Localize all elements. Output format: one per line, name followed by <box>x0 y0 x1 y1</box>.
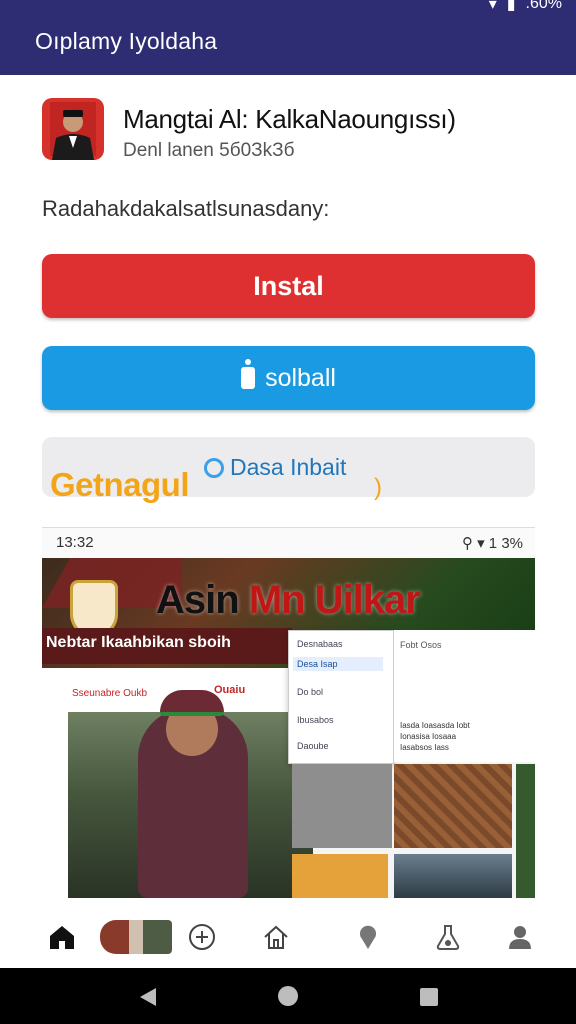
secondary-button[interactable]: solball <box>42 346 535 410</box>
preview-tile-photo <box>394 854 512 898</box>
add-icon[interactable] <box>182 917 222 957</box>
preview-tile-roof <box>394 764 512 848</box>
hero-title-part-a: Asin <box>156 578 240 622</box>
bottom-tab-bar <box>0 905 576 967</box>
preview-dropdown-menu: Desnabaas Desa Isap Do bol Ibusabos Daou… <box>288 630 394 764</box>
app-bar: ▾ ▮ .60% Oıplamy Iyoldaha <box>0 0 576 75</box>
person-hat <box>160 690 224 716</box>
hero-title-part-b: Mn Uilkar <box>248 578 421 622</box>
page-title: Oıplamy Iyoldaha <box>35 28 218 54</box>
home-circle-icon[interactable] <box>278 986 298 1006</box>
preview-tile-green <box>516 764 535 898</box>
app-subtitle: Denl lanen 5б0ЗkЗб <box>123 140 295 161</box>
person-icon[interactable] <box>500 917 540 957</box>
preview-hero-title: Asin Mn Uilkar <box>156 578 421 623</box>
pin-icon[interactable] <box>348 917 388 957</box>
signal-icon: ▮ <box>506 0 516 13</box>
promo-link-label: Dasa Inbait <box>230 454 347 480</box>
profile-thumbnail <box>100 920 172 954</box>
install-button[interactable]: Instal <box>42 254 535 318</box>
house-outline-icon[interactable] <box>256 917 296 957</box>
preview-signal: ⚲ ▾ 1 3% <box>461 535 523 552</box>
preview-right-text: Iasda Ioasasda Iobt Ionasisa Iosaaa Iasa… <box>400 720 470 753</box>
app-description: Radahakdakalsatlsunasdany: <box>42 196 330 221</box>
preview-right-line: Ionasisa Iosaaa <box>400 732 457 741</box>
app-name: Mangtai Al: KalkaNaoungıssı) <box>123 104 456 134</box>
app-icon <box>42 98 104 160</box>
flask-icon[interactable] <box>428 917 468 957</box>
preview-hero-subtitle: Nebtar Ikaahbikan sboih <box>42 628 292 664</box>
wifi-icon: ▾ <box>488 0 497 13</box>
dropdown-item: Desnabaas <box>297 639 343 649</box>
preview-red-label-1: Sseunabre Oukb <box>72 688 148 699</box>
person-icon <box>241 359 256 389</box>
preview-red-label-2: Ouaiu <box>214 684 246 696</box>
preview-right-line: Iasabsos Iass <box>400 743 449 752</box>
home-icon[interactable] <box>42 917 82 957</box>
preview-left-column: Sseunabre Oukb Ouaiu <box>42 668 313 898</box>
promo-paren: ) <box>374 474 382 501</box>
promo-link[interactable]: Dasa Inbait <box>204 454 346 481</box>
profile-thumb[interactable] <box>100 917 172 957</box>
battery-level: .60% <box>525 0 562 12</box>
back-icon[interactable] <box>140 988 156 1006</box>
preview-time: 13:32 <box>56 534 94 551</box>
preview-status-bar: 13:32 ⚲ ▾ 1 3% <box>42 528 535 558</box>
status-bar: ▾ ▮ .60% <box>489 0 562 14</box>
secondary-button-label: solball <box>265 363 336 392</box>
location-icon <box>204 457 224 478</box>
system-nav-bar <box>0 968 576 1024</box>
preview-right-line: Iasda Ioasasda Iobt <box>400 721 470 730</box>
dropdown-item-selected: Desa Isap <box>293 657 383 671</box>
screenshot-preview[interactable]: 13:32 ⚲ ▾ 1 3% Asin Mn Uilkar Sseunabre … <box>42 527 535 898</box>
preview-right-title: Fobt Osos <box>400 640 442 650</box>
preview-tile-orange <box>292 854 388 898</box>
promo-brand-text: Getnagul <box>50 466 190 503</box>
recents-icon[interactable] <box>420 988 438 1006</box>
dropdown-item: Ibusabos <box>297 715 334 725</box>
preview-tile-grey <box>292 764 392 848</box>
dropdown-item: Daoube <box>297 741 329 751</box>
dropdown-item: Do bol <box>297 687 324 697</box>
preview-right-panel: Fobt Osos Iasda Ioasasda Iobt Ionasisa I… <box>394 630 535 762</box>
